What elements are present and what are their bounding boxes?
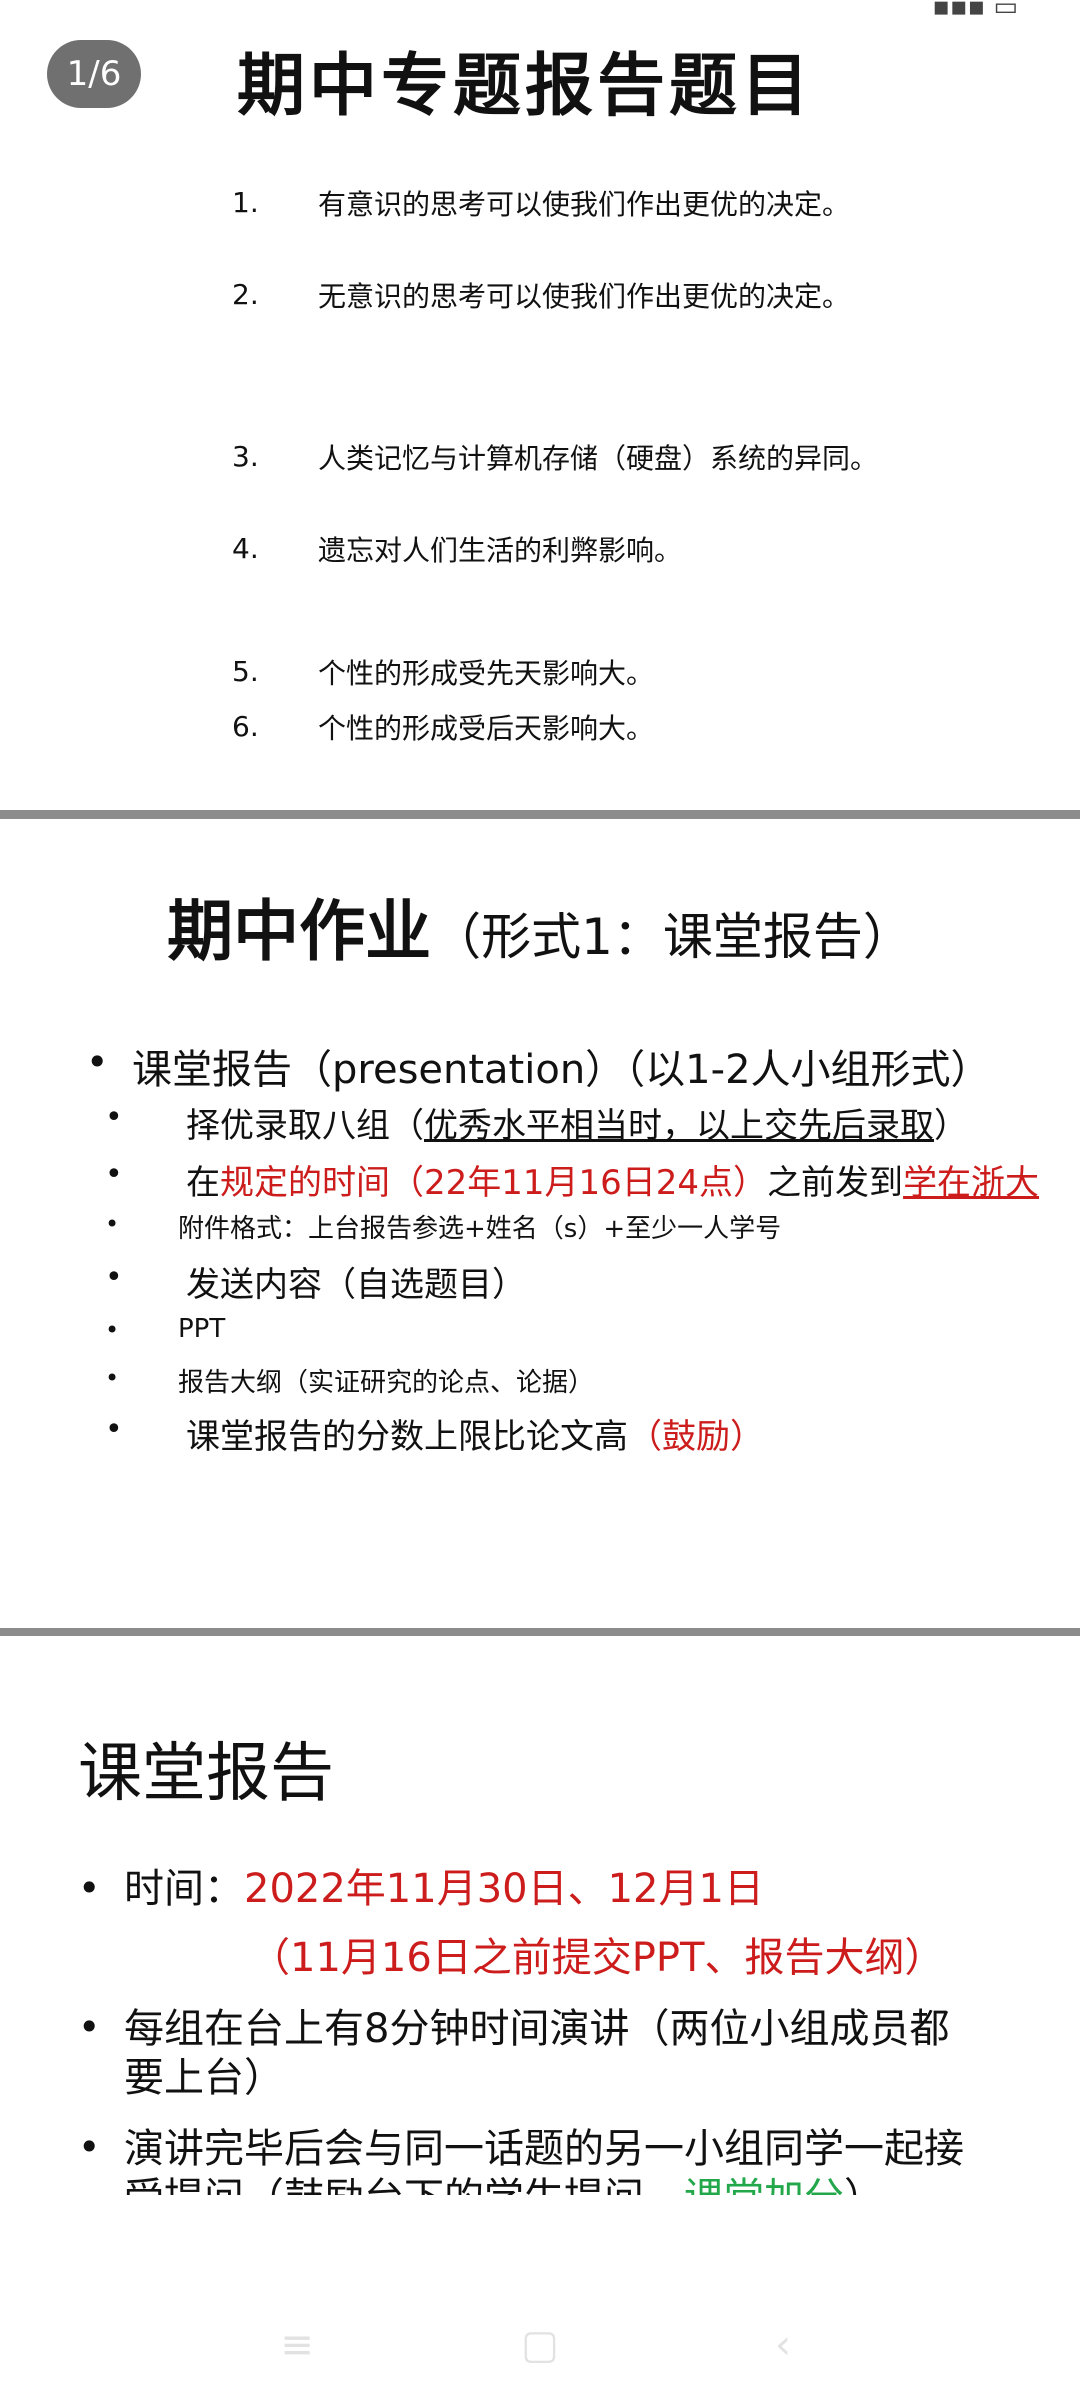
slide3-bullet2-line1: 每组在台上有8分钟时间演讲（两位小组成员都 <box>124 2006 950 2052</box>
menu-icon[interactable]: ≡ <box>272 2320 322 2370</box>
slide2-line-1: 课堂报告（presentation）（以1-2人小组形式） <box>132 1047 991 1093</box>
bullet-dot: • <box>105 1260 123 1295</box>
slide2-title: 期中作业（形式1：课堂报告） <box>0 878 1080 974</box>
slide2-line-6: PPT <box>178 1314 226 1344</box>
list-item-number: 2. <box>232 278 259 311</box>
slide2-line-8: 课堂报告的分数上限比论文高（鼓励） <box>186 1409 764 1458</box>
back-icon[interactable]: ‹ <box>758 2320 808 2370</box>
line3-text-a: 在 <box>186 1163 220 1203</box>
list-item-number: 6. <box>232 710 259 743</box>
slide3-bullet3-line1: 演讲完毕后会与同一话题的另一小组同学一起接 <box>124 2126 964 2172</box>
slide2-title-sub: （形式1：课堂报告） <box>431 908 913 966</box>
slide-separator <box>0 1628 1080 1636</box>
line8-encourage: （鼓励） <box>628 1417 764 1457</box>
bullet-dot: • <box>105 1100 123 1135</box>
line2-text-c: ） <box>934 1106 968 1146</box>
slide-separator <box>0 810 1080 819</box>
line3-deadline: 规定的时间（22年11月16日24点） <box>220 1163 768 1203</box>
bullet-dot: • <box>105 1210 120 1238</box>
line8-text-a: 课堂报告的分数上限比论文高 <box>186 1417 628 1457</box>
bullet-dot: • <box>78 1866 101 1910</box>
slide2-title-main: 期中作业 <box>167 893 432 970</box>
list-item-number: 4. <box>232 532 259 565</box>
line3-link[interactable]: 学在浙大 <box>903 1163 1039 1203</box>
status-right: ▪▪▪ ▭ <box>932 0 1018 20</box>
slide2-line-7: 报告大纲（实证研究的论点、论据） <box>178 1368 595 1398</box>
list-item-number: 5. <box>232 655 259 688</box>
line2-text-a: 择优录取八组（ <box>186 1106 424 1146</box>
bullet-dot: • <box>105 1316 120 1344</box>
slide2-line-2: 择优录取八组（优秀水平相当时，以上交先后录取） <box>186 1098 968 1147</box>
line3-text-c: 之前发到 <box>767 1163 904 1203</box>
slide3-title: 课堂报告 <box>78 1737 334 1811</box>
slide2-line-3: 在规定的时间（22年11月16日24点）之前发到学在浙大 <box>186 1155 1039 1204</box>
slide3-bullet2-line2: 要上台） <box>124 2055 284 2101</box>
bullet-dot: • <box>78 2125 101 2169</box>
slide3-time-note: （11月16日之前提交PPT、报告大纲） <box>250 1935 945 1981</box>
bullet-dot: • <box>86 1040 109 1084</box>
slide1-title: 期中专题报告题目 <box>236 47 813 126</box>
list-item-number: 3. <box>232 440 259 473</box>
time-label: 时间： <box>124 1866 244 1912</box>
home-icon[interactable]: ▢ <box>515 2320 565 2370</box>
list-item-text: 无意识的思考可以使我们作出更优的决定。 <box>318 280 851 313</box>
list-item-text: 有意识的思考可以使我们作出更优的决定。 <box>318 188 851 221</box>
list-item-text: 个性的形成受后天影响大。 <box>318 712 655 745</box>
status-left: · <box>56 0 67 18</box>
status-bar: · ▪▪▪ ▭ <box>0 0 1080 20</box>
list-item-number: 1. <box>232 186 259 219</box>
bullet-dot: • <box>105 1412 123 1447</box>
slide3-time-line: 时间：2022年11月30日、12月1日 <box>124 1863 764 1915</box>
system-nav-bar: ≡ ▢ ‹ <box>0 2300 1080 2390</box>
slide2-line-4: 附件格式：上台报告参选+姓名（s）+至少一人学号 <box>178 1214 782 1244</box>
line2-underlined: 优秀水平相当时，以上交先后录取 <box>424 1106 934 1146</box>
time-value: 2022年11月30日、12月1日 <box>244 1866 764 1912</box>
bullet-dot: • <box>78 2005 101 2049</box>
bullet-dot: • <box>105 1364 120 1392</box>
slide2-line-5: 发送内容（自选题目） <box>186 1265 526 1305</box>
list-item-text: 人类记忆与计算机存储（硬盘）系统的异同。 <box>318 442 879 475</box>
list-item-text: 个性的形成受先天影响大。 <box>318 657 655 690</box>
list-item-text: 遗忘对人们生活的利弊影响。 <box>318 534 683 567</box>
bullet-dot: • <box>105 1157 123 1192</box>
